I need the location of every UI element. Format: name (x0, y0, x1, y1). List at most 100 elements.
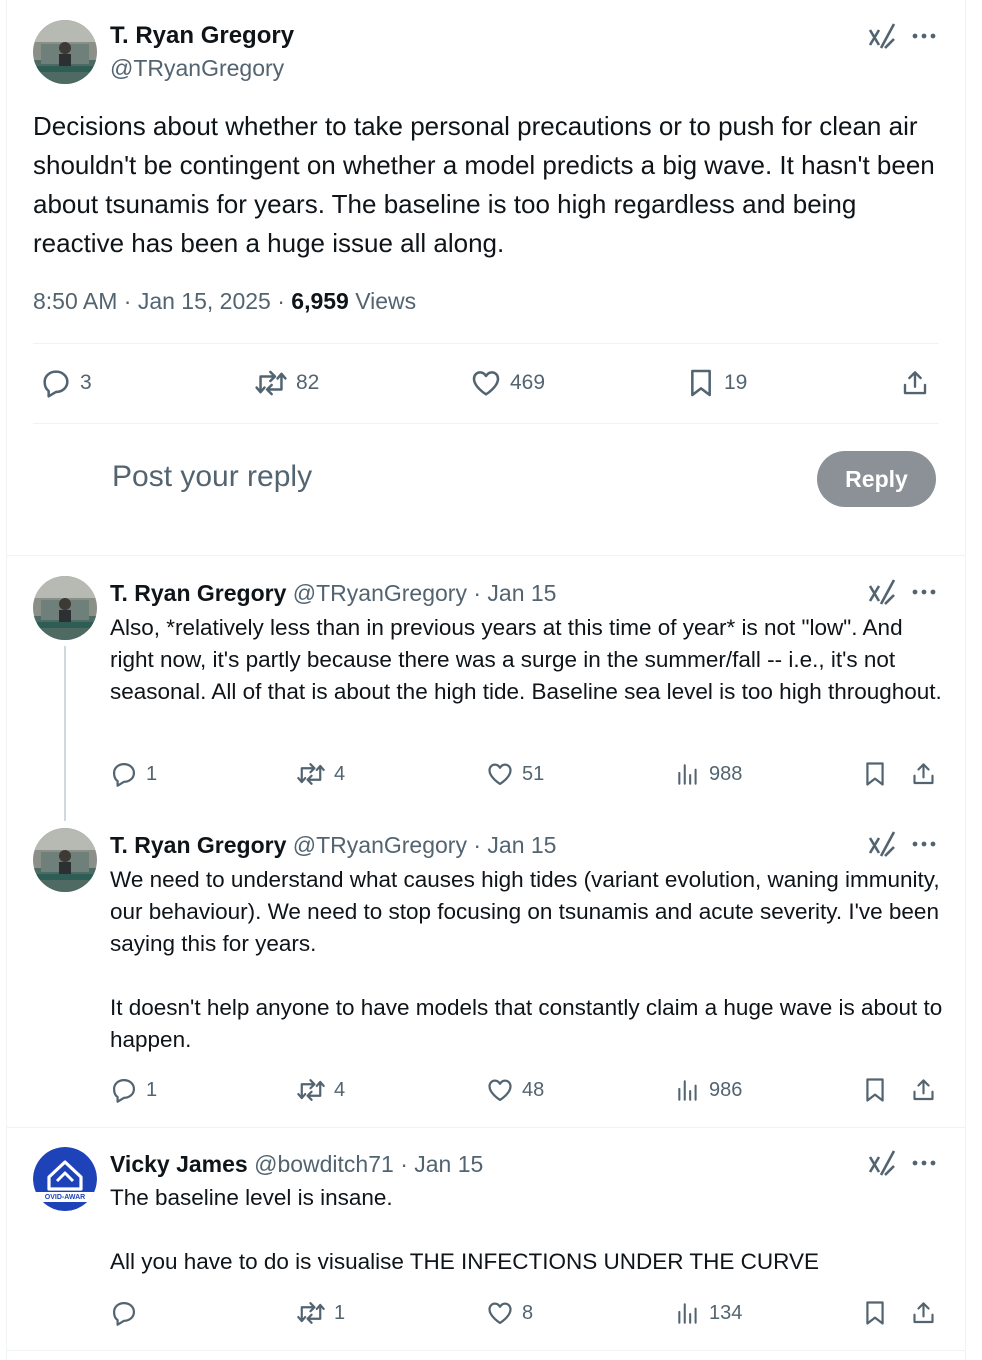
author-handle[interactable]: @bowditch71 (254, 1151, 394, 1177)
share-button[interactable] (910, 760, 937, 788)
divider (6, 1350, 966, 1351)
reply-count: 1 (146, 1078, 158, 1101)
bookmark-button[interactable]: 19 (686, 367, 747, 399)
like-button[interactable]: 8 (486, 1299, 533, 1327)
tweet-header: T. Ryan Gregory @TRyanGregory · Jan 15 (110, 580, 556, 607)
bookmark-icon (866, 762, 884, 786)
views-count: 134 (709, 1301, 743, 1324)
repost-button[interactable]: 4 (296, 760, 345, 788)
repost-icon (297, 1302, 325, 1324)
repost-button[interactable]: 82 (254, 367, 319, 399)
like-button[interactable]: 48 (486, 1076, 544, 1104)
share-icon (903, 371, 927, 395)
repost-count: 4 (334, 1078, 346, 1101)
like-button[interactable]: 51 (486, 760, 544, 788)
author-handle[interactable]: @TRyanGregory (293, 832, 467, 858)
divider (6, 555, 966, 556)
heart-icon (488, 763, 512, 786)
bookmark-button[interactable] (862, 1299, 888, 1327)
reply-icon (112, 762, 136, 787)
reply-count: 1 (146, 762, 158, 785)
grok-icon[interactable] (867, 829, 897, 859)
analytics-icon (678, 1303, 697, 1324)
avatar[interactable] (33, 20, 97, 84)
tweet-meta: 8:50 AM · Jan 15, 2025 · 6,959 Views (33, 288, 416, 315)
analytics-icon (678, 764, 697, 785)
tweet-date[interactable]: · Jan 15 (394, 1151, 483, 1177)
tweet-date[interactable]: · Jan 15 (467, 580, 556, 606)
repost-icon (297, 763, 325, 785)
author-name[interactable]: T. Ryan Gregory (110, 832, 286, 858)
tweet-header: Vicky James @bowditch71 · Jan 15 (110, 1151, 483, 1178)
more-options-icon[interactable] (911, 23, 937, 49)
author-handle[interactable]: @TRyanGregory (110, 55, 284, 82)
heart-icon (488, 1302, 512, 1325)
tweet-text: Also, *relatively less than in previous … (110, 615, 942, 704)
share-button[interactable] (900, 367, 930, 399)
bookmark-icon (866, 1301, 884, 1325)
tweet-text: We need to understand what causes high t… (110, 867, 943, 1052)
bookmark-count: 19 (724, 371, 748, 394)
avatar[interactable]: OVID-AWAR (33, 1147, 97, 1211)
reply-button[interactable] (110, 1299, 146, 1327)
more-options-icon[interactable] (911, 579, 937, 605)
timestamp[interactable]: 8:50 AM · Jan 15, 2025 · (33, 288, 291, 314)
views-count: 6,959 (291, 288, 349, 314)
divider (33, 343, 939, 344)
grok-icon[interactable] (867, 577, 897, 607)
share-icon (913, 1079, 934, 1101)
author-handle[interactable]: @TRyanGregory (293, 580, 467, 606)
views-label: Views (348, 288, 417, 314)
reply-icon (112, 1078, 136, 1103)
grok-icon[interactable] (867, 21, 897, 51)
share-icon (913, 1302, 934, 1324)
like-count: 51 (522, 762, 545, 785)
avatar-badge-text: OVID-AWAR (44, 1194, 86, 1201)
author-name[interactable]: T. Ryan Gregory (110, 22, 294, 50)
heart-icon (472, 371, 500, 396)
repost-button[interactable]: 4 (296, 1076, 345, 1104)
bookmark-button[interactable] (862, 760, 888, 788)
author-name[interactable]: T. Ryan Gregory (110, 580, 286, 606)
divider (33, 423, 939, 424)
repost-count: 1 (334, 1301, 346, 1324)
more-options-icon[interactable] (911, 1150, 937, 1176)
like-count: 469 (510, 371, 546, 394)
author-photo (33, 20, 97, 84)
thread-line (64, 646, 66, 821)
repost-count: 82 (296, 371, 320, 394)
repost-icon (255, 370, 287, 396)
reply-button[interactable]: 3 (40, 367, 92, 399)
divider (6, 1127, 966, 1128)
reply-input[interactable]: Post your reply (112, 460, 312, 494)
views-button[interactable]: 986 (675, 1076, 742, 1104)
like-button[interactable]: 469 (470, 367, 545, 399)
bookmark-icon (691, 369, 711, 397)
repost-button[interactable]: 1 (296, 1299, 345, 1327)
avatar[interactable] (33, 828, 97, 892)
bookmark-button[interactable] (862, 1076, 888, 1104)
tweet-date[interactable]: · Jan 15 (467, 832, 556, 858)
views-count: 986 (709, 1078, 743, 1101)
reply-icon (43, 370, 69, 398)
tweet-header: T. Ryan Gregory @TRyanGregory · Jan 15 (110, 832, 556, 859)
repost-count: 4 (334, 762, 346, 785)
bookmark-icon (866, 1078, 884, 1102)
tweet-text: The baseline level is insane. All you ha… (110, 1185, 819, 1274)
views-button[interactable]: 988 (675, 760, 742, 788)
reply-button[interactable]: 1 (110, 1076, 157, 1104)
author-name[interactable]: Vicky James (110, 1151, 248, 1177)
reply-submit-button[interactable]: Reply (817, 451, 936, 507)
share-button[interactable] (910, 1076, 937, 1104)
views-button[interactable]: 134 (675, 1299, 742, 1327)
repost-icon (297, 1079, 325, 1101)
avatar[interactable] (33, 576, 97, 640)
grok-icon[interactable] (867, 1148, 897, 1178)
more-options-icon[interactable] (911, 831, 937, 857)
reply-icon (112, 1301, 136, 1326)
reply-count: 3 (80, 371, 92, 394)
reply-button[interactable]: 1 (110, 760, 157, 788)
analytics-icon (678, 1080, 697, 1101)
like-count: 8 (522, 1301, 534, 1324)
share-button[interactable] (910, 1299, 937, 1327)
